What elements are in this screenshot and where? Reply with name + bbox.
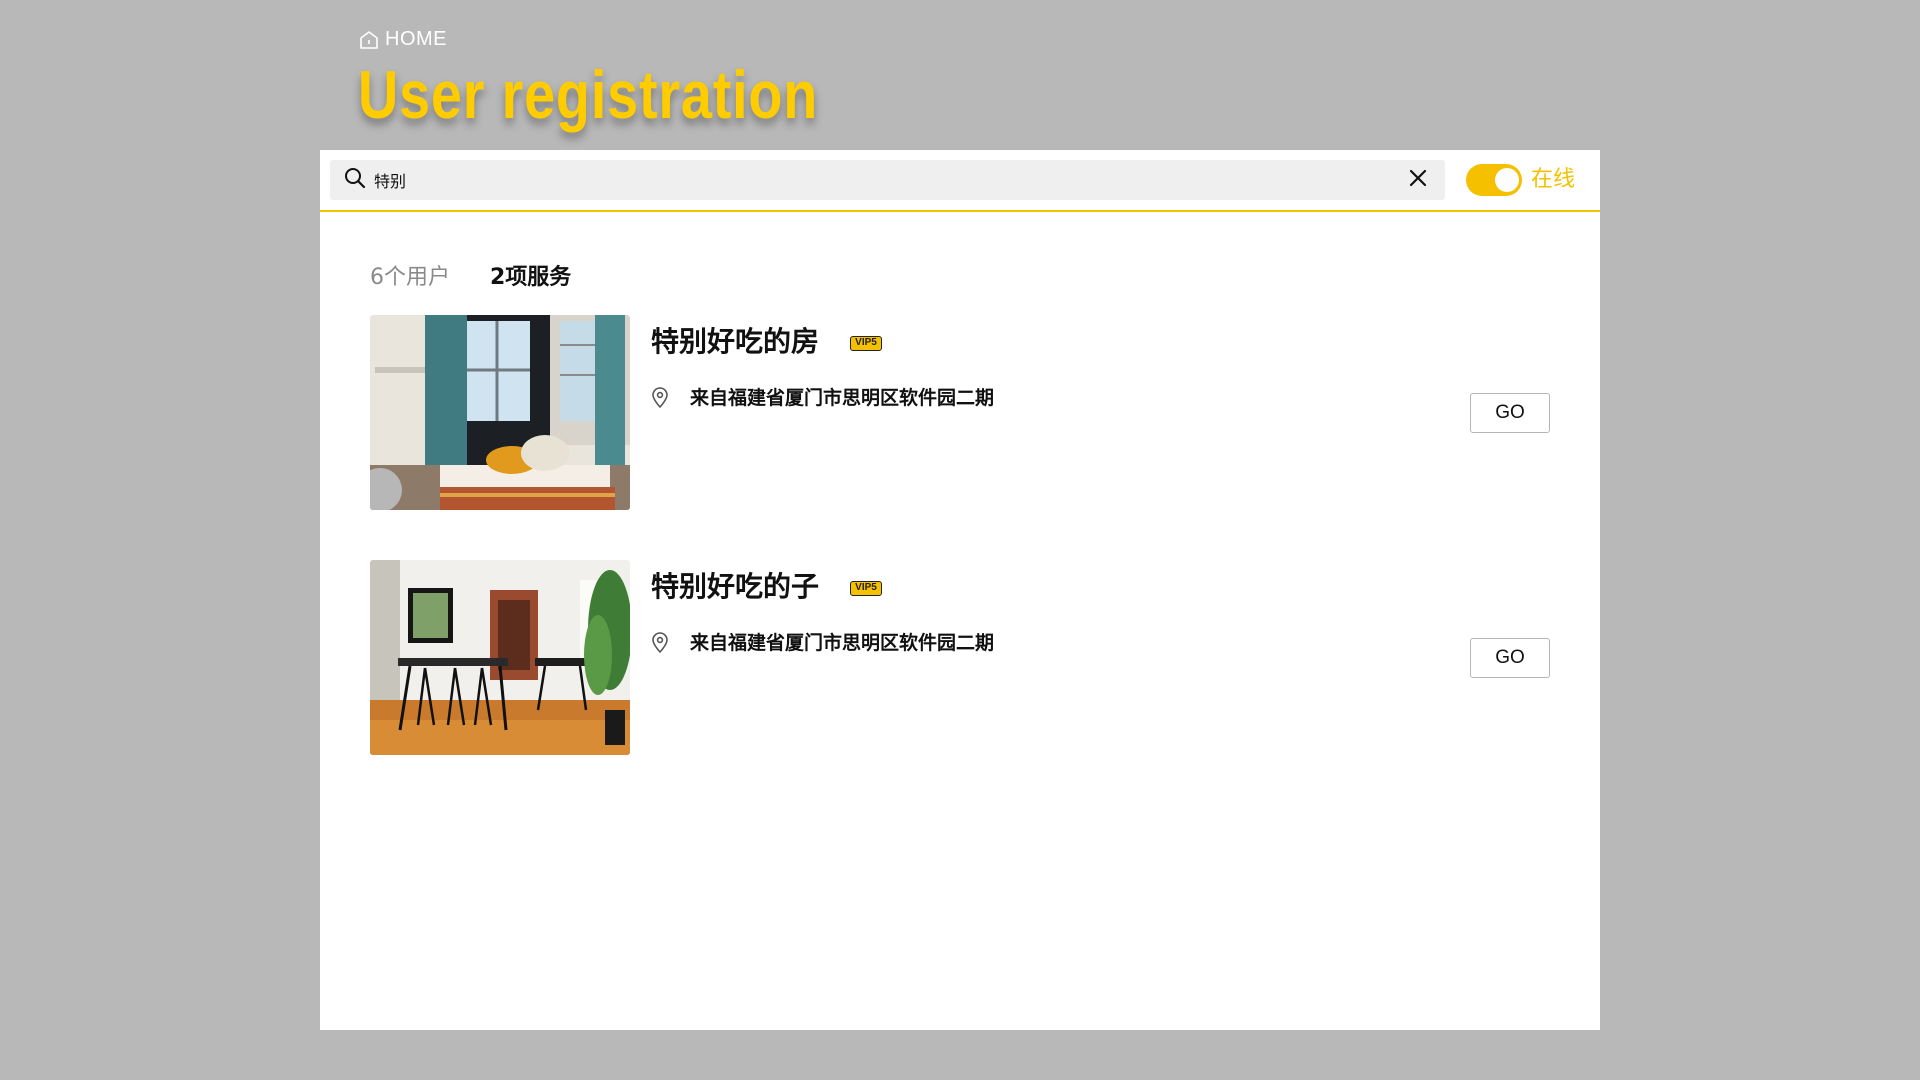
list-item[interactable]: 特别好吃的子 VIP5 来自福建省厦门市思明区软件园二期 GO bbox=[370, 560, 1550, 755]
online-toggle[interactable] bbox=[1466, 164, 1522, 196]
search-bar: 在线 bbox=[320, 150, 1600, 212]
tab-users[interactable]: 6个用户 bbox=[370, 262, 450, 294]
result-tabs: 6个用户 2项服务 bbox=[370, 262, 571, 294]
item-title[interactable]: 特别好吃的子 bbox=[651, 568, 819, 606]
map-pin-icon bbox=[651, 387, 669, 413]
close-icon[interactable] bbox=[1409, 169, 1427, 191]
list-item[interactable]: 特别好吃的房 VIP5 来自福建省厦门市思明区软件园二期 GO bbox=[370, 315, 1550, 510]
item-address: 来自福建省厦门市思明区软件园二期 bbox=[690, 632, 995, 654]
toggle-knob bbox=[1495, 168, 1519, 192]
breadcrumb[interactable]: HOME bbox=[359, 28, 447, 51]
search-input[interactable] bbox=[374, 162, 1409, 198]
search-box[interactable] bbox=[330, 160, 1445, 200]
search-panel: 在线 6个用户 2项服务 bbox=[320, 150, 1600, 1030]
go-button[interactable]: GO bbox=[1470, 638, 1550, 678]
page-title: User registration bbox=[358, 57, 819, 133]
item-address: 来自福建省厦门市思明区软件园二期 bbox=[690, 387, 995, 409]
listing-photo bbox=[370, 315, 630, 510]
vip-badge: VIP5 bbox=[850, 336, 882, 351]
breadcrumb-label[interactable]: HOME bbox=[385, 28, 447, 51]
search-icon bbox=[344, 167, 366, 193]
vip-badge: VIP5 bbox=[850, 581, 882, 596]
home-icon bbox=[359, 30, 379, 50]
listing-photo bbox=[370, 560, 630, 755]
go-button[interactable]: GO bbox=[1470, 393, 1550, 433]
map-pin-icon bbox=[651, 632, 669, 658]
tab-services[interactable]: 2项服务 bbox=[490, 262, 571, 294]
toggle-label: 在线 bbox=[1531, 167, 1576, 192]
item-title[interactable]: 特别好吃的房 bbox=[651, 323, 819, 361]
